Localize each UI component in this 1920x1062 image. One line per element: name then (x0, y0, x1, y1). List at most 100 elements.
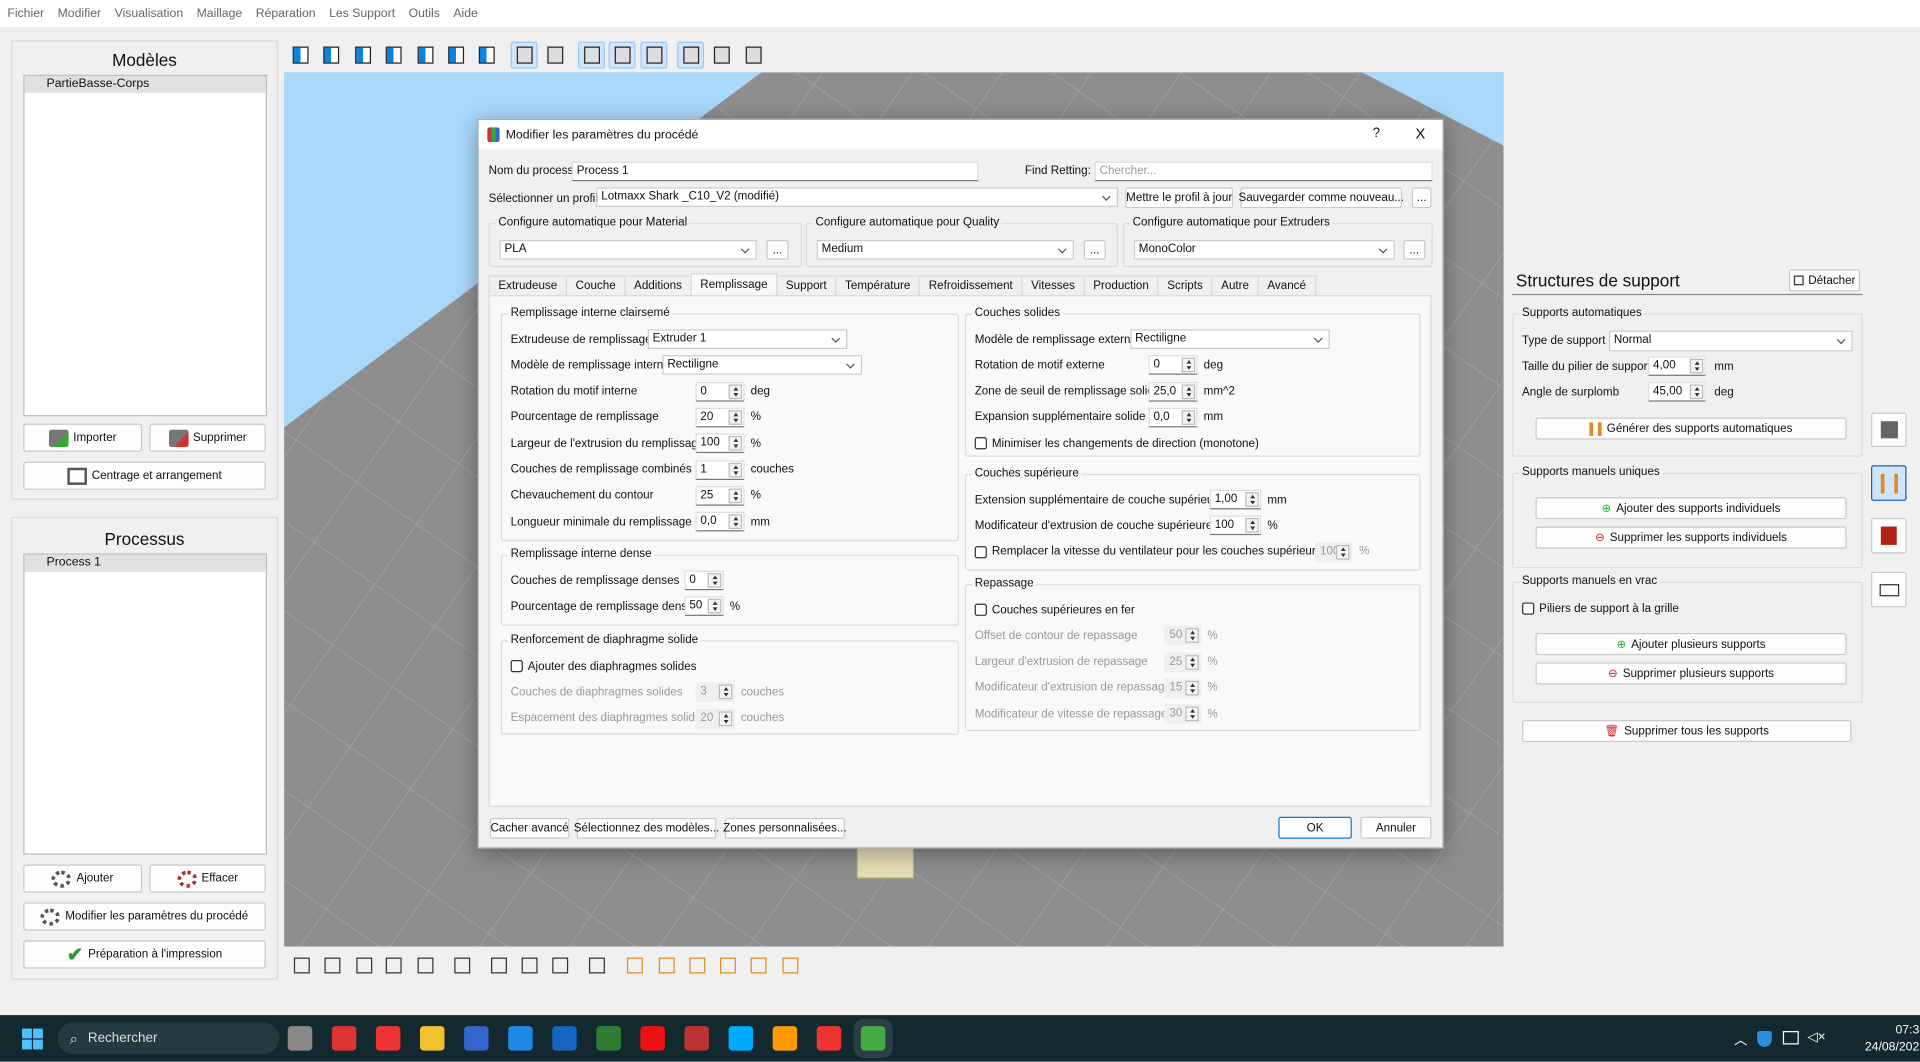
rotation-du-motif-interne-spin[interactable]: 0 (695, 381, 745, 402)
auto-config-more-button[interactable]: ... (1083, 240, 1106, 260)
auto-config-more-button[interactable]: ... (1403, 240, 1426, 260)
add-single-supports-button[interactable]: ⊕ Ajouter des supports individuels (1535, 497, 1847, 520)
support-type-select[interactable]: Normal (1608, 330, 1853, 352)
tab-vitesses[interactable]: Vitesses (1021, 275, 1085, 296)
pourcentage-de-remplissage-spin[interactable]: 20 (695, 407, 745, 428)
delete-supports-icon[interactable] (776, 951, 803, 978)
tab-production[interactable]: Production (1083, 275, 1159, 296)
couches-de-remplissage-denses-spin[interactable]: 0 (684, 570, 724, 591)
help-button[interactable]: ? (1373, 126, 1381, 141)
select-arrow-icon[interactable] (288, 951, 315, 978)
spin-arrows-icon[interactable] (707, 599, 722, 614)
plate-normal-icon[interactable] (740, 42, 767, 69)
close-button[interactable]: X (1416, 125, 1426, 142)
add-bulk-supports-button[interactable]: ⊕ Ajouter plusieurs supports (1535, 633, 1847, 656)
prepare-print-button[interactable]: ✔ Préparation à l'impression (23, 940, 266, 969)
remove-all-supports-button[interactable]: 🗑 Supprimer tous les supports (1522, 720, 1852, 743)
model-object[interactable] (856, 843, 915, 879)
checkbox[interactable] (974, 545, 987, 558)
add-support-icon[interactable] (653, 951, 680, 978)
view-iso-icon[interactable] (473, 42, 500, 69)
remove-single-supports-button[interactable]: ⊖ Supprimer les supports individuels (1535, 526, 1847, 549)
task-view-icon[interactable] (287, 1026, 313, 1051)
taskbar-search[interactable]: ⌕ Rechercher (57, 1022, 280, 1055)
pillar-size-spin[interactable]: 4,00 (1648, 356, 1706, 376)
menu-modifier[interactable]: Modifier (58, 7, 102, 20)
view-bottom-icon[interactable] (349, 42, 376, 69)
b-app-icon[interactable] (772, 1026, 798, 1051)
split-icon[interactable] (583, 951, 610, 978)
file-explorer-icon[interactable] (420, 1026, 445, 1051)
n-app-icon[interactable] (728, 1026, 754, 1051)
modele-de-remplissage-externe-select[interactable]: Rectiligne (1130, 329, 1330, 349)
solid-icon[interactable] (677, 41, 705, 69)
view-front-icon[interactable] (287, 42, 314, 69)
checkbox[interactable] (974, 437, 987, 450)
spin-arrows-icon[interactable] (728, 383, 743, 399)
mirror-y-icon[interactable] (516, 951, 543, 978)
ortho-icon[interactable] (541, 42, 568, 69)
axes-icon[interactable] (577, 41, 605, 69)
process-list[interactable]: Process 1 (23, 553, 267, 855)
tab-couche[interactable]: Couche (565, 275, 626, 296)
menu-r-paration[interactable]: Réparation (256, 7, 316, 20)
perspective-icon[interactable] (510, 41, 538, 69)
edit-process-button[interactable]: Modifier les paramètres du procédé (23, 902, 266, 931)
pourcentage-de-remplissage-dense-spin[interactable]: 50 (684, 596, 724, 617)
mirror-x-icon[interactable] (485, 951, 512, 978)
tab-avanc-[interactable]: Avancé (1257, 275, 1316, 296)
select-models-button[interactable]: Sélectionnez des modèles... (574, 817, 719, 839)
cut-box-tool-icon[interactable] (1871, 517, 1907, 554)
detach-button[interactable]: Détacher (1788, 269, 1861, 292)
clear-process-button[interactable]: Effacer (149, 864, 266, 893)
spin-arrows-icon[interactable] (1689, 358, 1704, 374)
save-as-new-button[interactable]: Sauvegarder comme nouveau... (1238, 187, 1404, 209)
ok-button[interactable]: OK (1278, 816, 1352, 839)
tab-additions[interactable]: Additions (624, 275, 692, 296)
modele-de-remplissage-interne-select[interactable]: Rectiligne (662, 355, 863, 376)
menu-les-support[interactable]: Les Support (329, 7, 395, 20)
spin-arrows-icon[interactable] (1181, 410, 1196, 425)
delete-model-button[interactable]: Supprimer (149, 423, 266, 452)
cortana-icon[interactable] (552, 1026, 577, 1051)
process-name-input[interactable]: Process 1 (571, 161, 979, 182)
list-item-model[interactable]: PartieBasse-Corps (24, 75, 266, 94)
support-tool-icon[interactable] (1871, 465, 1907, 501)
auto-support-icon[interactable] (621, 951, 648, 978)
chevauchement-du-contour-spin[interactable]: 25 (695, 485, 745, 506)
couches-de-remplissage-combines-spin[interactable]: 1 (695, 459, 745, 480)
minimiser-les-changements-de-direction-monotone-checkbox[interactable]: Minimiser les changements de direction (… (974, 434, 1259, 454)
spin-arrows-icon[interactable] (728, 436, 743, 451)
import-button[interactable]: Importer (23, 423, 143, 452)
models-list[interactable]: PartieBasse-Corps (23, 74, 267, 417)
custom-zones-button[interactable]: Zones personnalisées... (723, 817, 847, 839)
spin-arrows-icon[interactable] (1245, 518, 1259, 534)
windows-start-icon[interactable] (22, 1028, 43, 1050)
tray-overflow-icon[interactable]: ︿ (1734, 1030, 1747, 1050)
update-profile-button[interactable]: Mettre le profil à jour (1125, 187, 1234, 209)
spin-arrows-icon[interactable] (728, 462, 743, 477)
wireframe-icon[interactable] (708, 42, 735, 69)
cancel-button[interactable]: Annuler (1360, 816, 1432, 839)
view-back-icon[interactable] (317, 42, 344, 69)
scale-icon[interactable] (350, 951, 377, 978)
rotate-icon[interactable] (380, 951, 407, 978)
slicer-app-icon[interactable] (860, 1026, 886, 1051)
app-red-icon[interactable] (375, 1026, 401, 1051)
spin-arrows-icon[interactable] (728, 488, 743, 504)
menu-aide[interactable]: Aide (453, 7, 478, 20)
mail-icon[interactable] (508, 1026, 533, 1051)
opera-icon[interactable] (640, 1026, 665, 1051)
checkbox[interactable] (510, 660, 523, 673)
menu-outils[interactable]: Outils (409, 7, 440, 20)
arrange-button[interactable]: Centrage et arrangement (23, 461, 266, 490)
spin-arrows-icon[interactable] (1181, 383, 1196, 399)
couches-superieures-en-fer-checkbox[interactable]: Couches supérieures en fer (974, 600, 1135, 620)
bounding-box-icon[interactable] (608, 41, 636, 69)
network-icon[interactable] (1782, 1031, 1799, 1045)
spin-arrows-icon[interactable] (707, 573, 722, 588)
chrome-icon[interactable] (596, 1026, 621, 1051)
clock-time[interactable]: 07:38 (1871, 1024, 1920, 1037)
mirror-z-icon[interactable] (546, 951, 573, 978)
generate-supports-button[interactable]: Générer des supports automatiques (1535, 417, 1847, 440)
